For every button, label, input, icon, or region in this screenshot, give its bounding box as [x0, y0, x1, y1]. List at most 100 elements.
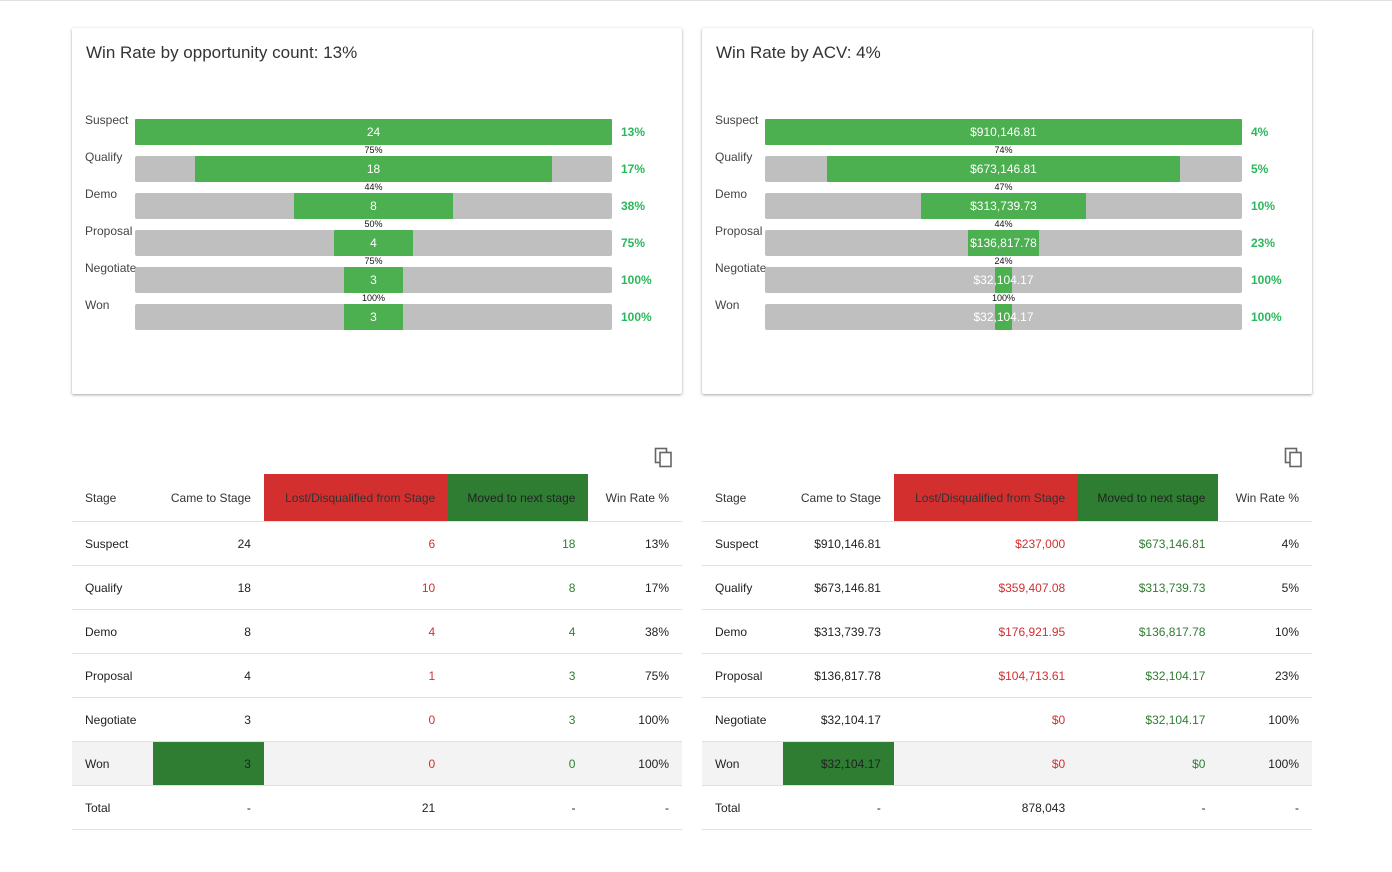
header-lost: Lost/Disqualified from Stage — [263, 474, 449, 522]
came-to-stage-cell: 24 — [152, 521, 264, 566]
funnel-chart: Suspect 24 13% 75% Qualify 18 17% 44% Demo 8 38% 50… — [72, 28, 682, 394]
funnel-row: Negotiate 3 100% — [72, 261, 682, 293]
lost-cell: $237,000 — [893, 521, 1079, 566]
total-cell: - — [1218, 785, 1312, 830]
lost-cell: $104,713.61 — [893, 653, 1079, 698]
total-cell: - — [1078, 785, 1219, 830]
conversion-label: 100% — [991, 293, 1016, 303]
conversion-label: 24% — [994, 256, 1013, 266]
lost-cell: 4 — [263, 609, 449, 654]
win-rate-label: 5% — [1251, 162, 1269, 176]
win-rate-cell: 38% — [588, 609, 682, 654]
stage-label: Demo — [85, 187, 118, 201]
header-moved: Moved to next stage — [448, 474, 589, 522]
table-row: Proposal $136,817.78 $104,713.61 $32,104.17… — [702, 653, 1312, 698]
conversion-label: 75% — [364, 145, 383, 155]
win-rate-count-card: Win Rate by opportunity count: 13% Suspe… — [72, 28, 682, 394]
win-rate-cell: 100% — [588, 697, 682, 742]
header-stage: Stage — [702, 474, 783, 522]
moved-cell: $0 — [1078, 741, 1219, 786]
moved-cell: $32,104.17 — [1078, 697, 1219, 742]
stage-cell: Won — [72, 741, 153, 786]
bar-value-label: $32,104.17 — [973, 273, 1034, 287]
total-cell: - — [152, 785, 264, 830]
table-row: Demo 8 4 4 38% — [72, 609, 682, 654]
copy-icon[interactable] — [1284, 447, 1304, 469]
win-rate-label: 10% — [1251, 199, 1276, 213]
stage-cell: Won — [702, 741, 783, 786]
copy-icon[interactable] — [654, 447, 674, 469]
bar-value-label: $32,104.17 — [973, 310, 1034, 324]
bar-value-label: 18 — [366, 162, 381, 176]
moved-cell: 3 — [448, 653, 589, 698]
conversion-label: 44% — [364, 182, 383, 192]
stage-label: Negotiate — [715, 261, 767, 275]
moved-cell: $673,146.81 — [1078, 521, 1219, 566]
header-came-to-stage: Came to Stage — [152, 474, 264, 522]
lost-cell: $0 — [893, 697, 1079, 742]
win-rate-cell: 100% — [588, 741, 682, 786]
win-rate-cell: 17% — [588, 565, 682, 610]
moved-cell: $313,739.73 — [1078, 565, 1219, 610]
conversion-label: 75% — [364, 256, 383, 266]
lost-cell: 6 — [263, 521, 449, 566]
win-rate-label: 13% — [621, 125, 646, 139]
header-stage: Stage — [72, 474, 153, 522]
bar-track: 3 — [135, 304, 612, 330]
table-total-row: Total -21- - — [72, 785, 682, 830]
stage-acv-table: Stage Came to Stage Lost/Disqualified fr… — [702, 474, 1312, 830]
funnel-row: Suspect $910,146.81 4% — [702, 113, 1312, 145]
stage-label: Suspect — [715, 113, 759, 127]
table-row: Suspect 24 6 18 13% — [72, 521, 682, 566]
moved-cell: 3 — [448, 697, 589, 742]
table-row: Negotiate $32,104.17 $0 $32,104.17 100% — [702, 697, 1312, 742]
table-row: Won 3 0 0 100% — [72, 741, 682, 786]
win-rate-label: 75% — [621, 236, 646, 250]
total-cell: - — [588, 785, 682, 830]
total-cell: - — [782, 785, 894, 830]
came-to-stage-cell: $910,146.81 — [782, 521, 894, 566]
stage-cell: Suspect — [702, 521, 783, 566]
bar-value-label: 8 — [370, 199, 377, 213]
conversion-label: 100% — [361, 293, 386, 303]
stage-label: Proposal — [85, 224, 133, 238]
came-to-stage-cell: 3 — [152, 741, 264, 786]
table-row: Won $32,104.17 $0 $0 100% — [702, 741, 1312, 786]
header-lost: Lost/Disqualified from Stage — [893, 474, 1079, 522]
lost-cell: 1 — [263, 653, 449, 698]
funnel-row: Proposal 4 75% — [72, 224, 682, 256]
total-cell: Total — [702, 785, 783, 830]
came-to-stage-cell: $32,104.17 — [782, 741, 894, 786]
win-rate-acv-card: Win Rate by ACV: 4% Suspect $910,146.81 4%… — [702, 28, 1312, 394]
bar-track: 8 — [135, 193, 612, 219]
bar-track: $136,817.78 — [765, 230, 1242, 256]
table-row: Negotiate 3 0 3 100% — [72, 697, 682, 742]
conversion-label: 44% — [994, 219, 1013, 229]
header-came-to-stage: Came to Stage — [782, 474, 894, 522]
funnel-row: Qualify 18 17% — [72, 150, 682, 182]
win-rate-label: 100% — [621, 310, 652, 324]
stage-label: Won — [715, 298, 740, 312]
stage-count-table: Stage Came to Stage Lost/Disqualified fr… — [72, 474, 682, 830]
conversion-label: 74% — [994, 145, 1013, 155]
win-rate-cell: 100% — [1218, 741, 1312, 786]
lost-cell: $176,921.95 — [893, 609, 1079, 654]
bar-track: $32,104.17 — [765, 267, 1242, 293]
table-total-row: Total -878,043- - — [702, 785, 1312, 830]
moved-cell: $136,817.78 — [1078, 609, 1219, 654]
bar-track: 24 — [135, 119, 612, 145]
table-row: Qualify 18 10 8 17% — [72, 565, 682, 610]
bar-value-label: 3 — [370, 273, 377, 287]
table-header-row: Stage Came to Stage Lost/Disqualified fr… — [72, 474, 682, 522]
table-header-row: Stage Came to Stage Lost/Disqualified fr… — [702, 474, 1312, 522]
funnel-row: Negotiate $32,104.17 100% — [702, 261, 1312, 293]
stage-cell: Demo — [702, 609, 783, 654]
bar-track: $32,104.17 — [765, 304, 1242, 330]
funnel-chart: Suspect $910,146.81 4% 74% Qualify $673,146.8… — [702, 28, 1312, 394]
table-row: Qualify $673,146.81 $359,407.08 $313,739.73… — [702, 565, 1312, 610]
funnel-row: Won $32,104.17 100% — [702, 298, 1312, 330]
stage-cell: Demo — [72, 609, 153, 654]
stage-cell: Negotiate — [72, 697, 153, 742]
bar-track: 18 — [135, 156, 612, 182]
bar-track: $673,146.81 — [765, 156, 1242, 182]
